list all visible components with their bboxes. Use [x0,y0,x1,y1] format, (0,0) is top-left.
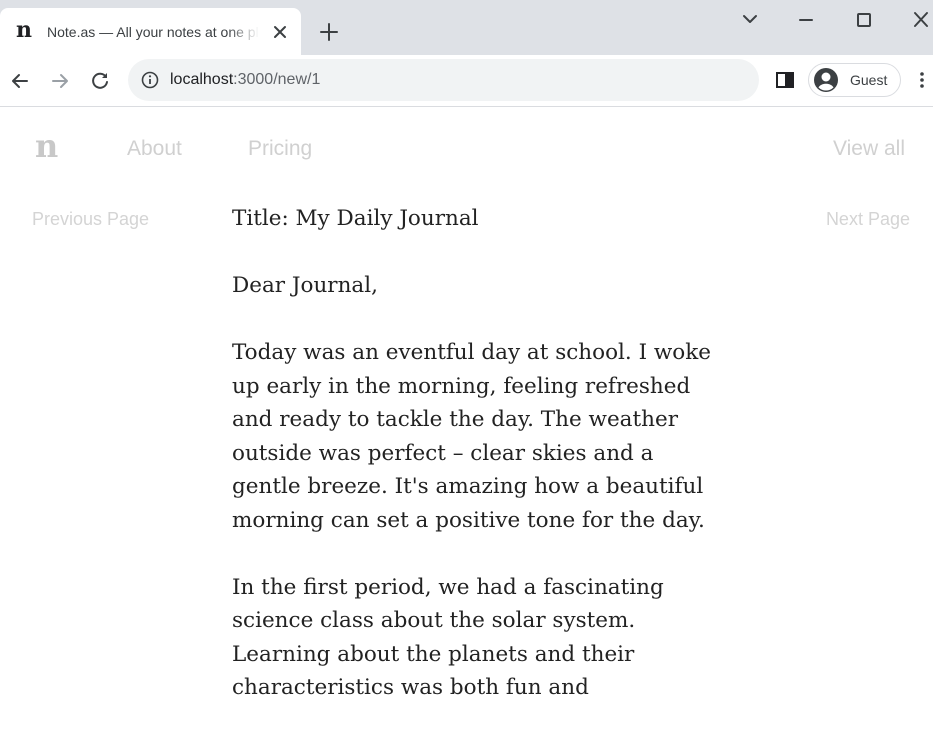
close-icon[interactable] [270,22,290,42]
minimize-icon[interactable] [790,8,822,32]
browser-toolbar: localhost:3000/new/1 Guest [0,55,933,107]
note-body[interactable]: Title: My Daily Journal Dear Journal, To… [232,202,722,738]
page-content: n About Pricing View all Previous Page N… [0,108,933,747]
note-title: Title: My Daily Journal [232,206,479,231]
note-paragraph: In the first period, we had a fascinatin… [232,574,664,701]
back-arrow-icon[interactable] [6,67,34,95]
note-paragraph: Dear Journal, [232,273,378,298]
tab-title: Note.as — All your notes at one place [47,24,259,40]
reload-icon[interactable] [86,67,114,95]
chevron-down-icon[interactable] [734,8,766,32]
active-tab[interactable]: n Note.as — All your notes at one place [0,8,301,55]
nav-view-all-link[interactable]: View all [833,136,905,162]
profile-name: Guest [850,72,888,88]
next-page-link[interactable]: Next Page [826,207,910,231]
profile-button[interactable]: Guest [808,63,901,97]
info-icon[interactable] [140,70,160,90]
plus-icon[interactable] [317,20,341,44]
address-bar[interactable]: localhost:3000/new/1 [128,59,759,101]
kebab-menu-icon[interactable] [914,68,930,92]
note-paragraph: Today was an eventful day at school. I w… [232,340,711,533]
url-host: localhost [170,71,234,88]
avatar-icon [814,68,838,92]
previous-page-link[interactable]: Previous Page [32,207,149,231]
url-path: :3000/new/1 [233,71,321,88]
tab-strip: n Note.as — All your notes at one place [0,0,933,55]
nav-about-link[interactable]: About [127,136,182,162]
site-logo[interactable]: n [35,126,58,166]
forward-arrow-icon[interactable] [46,67,74,95]
nav-pricing-link[interactable]: Pricing [248,136,312,162]
side-panel-icon[interactable] [773,68,797,92]
window-close-icon[interactable] [905,8,933,32]
favicon-icon: n [16,17,32,43]
url-text[interactable]: localhost:3000/new/1 [170,70,320,90]
maximize-icon[interactable] [848,8,880,32]
